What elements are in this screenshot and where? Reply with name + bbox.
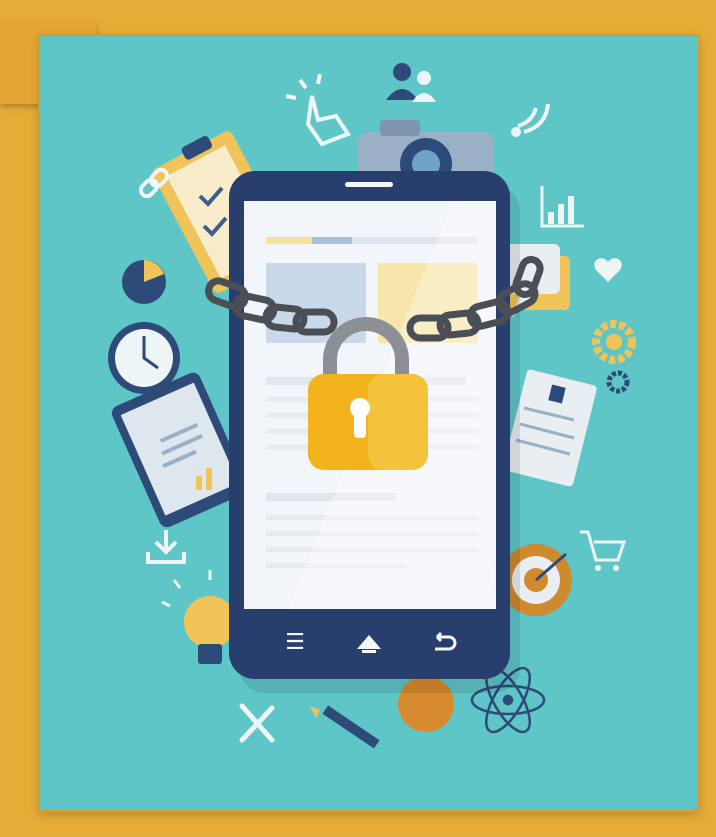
illustration-panel: ☰ [40, 36, 698, 810]
chain-lock-overlay [205, 256, 544, 470]
padlock-icon [308, 317, 428, 470]
